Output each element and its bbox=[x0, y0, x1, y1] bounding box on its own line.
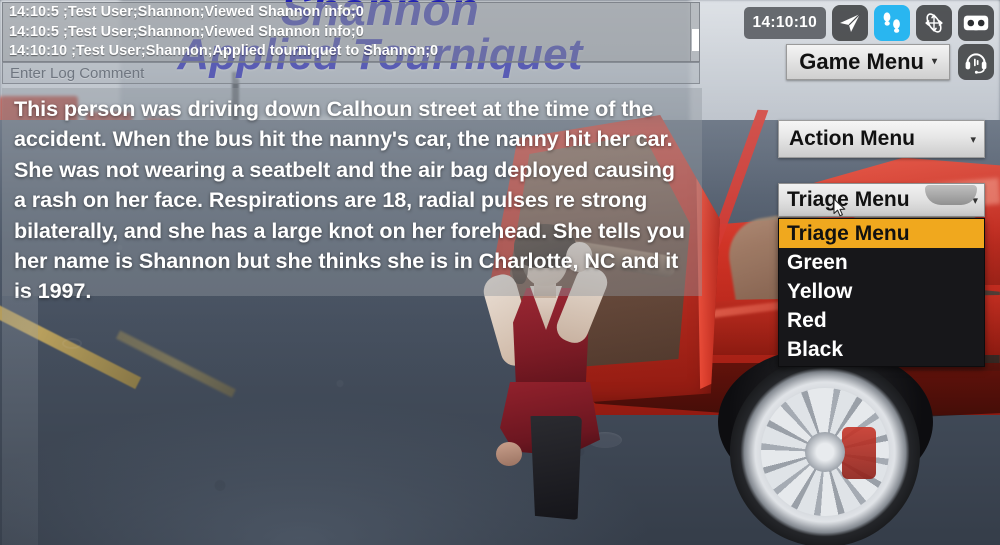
teleport-button[interactable] bbox=[832, 5, 868, 41]
triage-option-triage-menu[interactable]: Triage Menu bbox=[779, 219, 984, 248]
chevron-down-icon: ▾ bbox=[970, 133, 976, 146]
chevron-down-icon: ▾ bbox=[931, 56, 937, 67]
voice-chat-button[interactable] bbox=[958, 44, 994, 80]
triage-option-green[interactable]: Green bbox=[779, 248, 984, 277]
action-menu-dropdown[interactable]: Action Menu ▾ bbox=[778, 120, 985, 158]
triage-menu-option-list[interactable]: Triage Menu Green Yellow Red Black bbox=[778, 218, 985, 367]
walk-button[interactable] bbox=[874, 5, 910, 41]
patient-narrative-text: This person was driving down Calhoun str… bbox=[14, 96, 685, 304]
triage-option-yellow[interactable]: Yellow bbox=[779, 277, 984, 306]
triage-option-black[interactable]: Black bbox=[779, 335, 984, 364]
session-timer: 14:10:10 bbox=[743, 7, 826, 39]
vr-mode-button[interactable] bbox=[958, 5, 994, 41]
orbit-icon bbox=[922, 11, 946, 35]
log-entry: 14:10:5 ;Test User;Shannon;Viewed Shanno… bbox=[9, 23, 364, 40]
top-toolbar: 14:10:10 bbox=[743, 5, 994, 41]
brake-caliper bbox=[842, 427, 876, 479]
session-timer-value: 14:10:10 bbox=[752, 14, 817, 31]
headset-mic-icon bbox=[963, 50, 989, 74]
game-menu-label: Game Menu bbox=[799, 49, 924, 74]
log-scrollbar[interactable] bbox=[690, 3, 699, 61]
log-scrollbar-thumb[interactable] bbox=[692, 29, 699, 51]
car-front-wheel bbox=[730, 357, 920, 545]
log-entry: 14:10:5 ;Test User;Shannon;Viewed Shanno… bbox=[9, 4, 364, 20]
log-comment-placeholder: Enter Log Comment bbox=[10, 64, 145, 82]
patient-legs bbox=[530, 416, 582, 520]
patient-narrative-overlay: This person was driving down Calhoun str… bbox=[2, 88, 702, 303]
orbit-button[interactable] bbox=[916, 5, 952, 41]
triage-option-red[interactable]: Red bbox=[779, 306, 984, 335]
patient-knee bbox=[496, 442, 522, 466]
game-menu-button[interactable]: Game Menu ▾ bbox=[786, 44, 950, 80]
wheel-hub bbox=[805, 432, 845, 472]
triage-menu-overlap-artifact bbox=[925, 185, 977, 205]
triage-menu-label: Triage Menu bbox=[787, 188, 910, 211]
walk-icon bbox=[881, 11, 903, 35]
teleport-icon bbox=[838, 11, 862, 35]
log-comment-input[interactable]: Enter Log Comment bbox=[2, 62, 700, 84]
log-entry: 14:10:10 ;Test User;Shannon;Applied tour… bbox=[9, 43, 439, 59]
event-log-panel[interactable]: 14:10:5 ;Test User;Shannon;Viewed Shanno… bbox=[2, 2, 700, 62]
simulation-window: Shannon Applied Tourniquet 14:10:5 ;Test… bbox=[0, 0, 1000, 545]
road-manhole bbox=[62, 338, 82, 349]
vr-headset-icon bbox=[963, 14, 989, 32]
game-menu-row: Game Menu ▾ bbox=[786, 44, 994, 80]
action-menu-label: Action Menu bbox=[789, 127, 915, 150]
